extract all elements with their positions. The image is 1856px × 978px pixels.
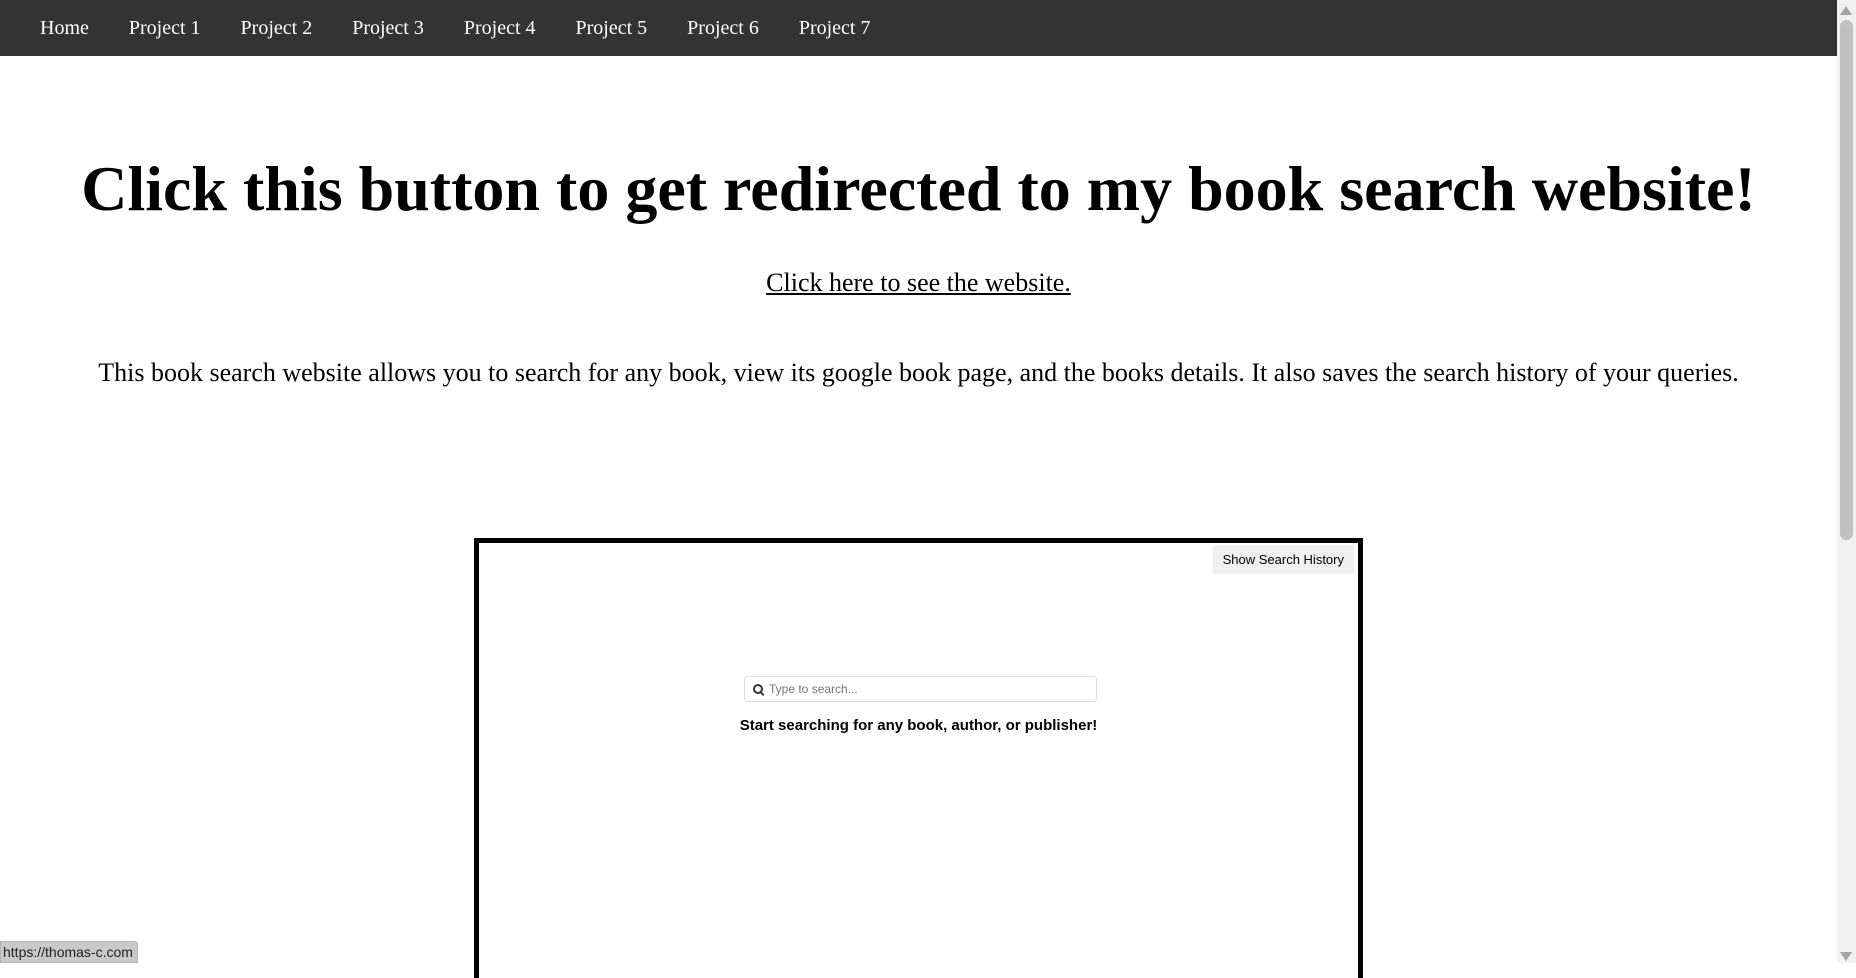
project-description: This book search website allows you to s…	[98, 358, 1739, 387]
scroll-thumb[interactable]	[1840, 20, 1853, 540]
nav-item-project-3[interactable]: Project 3	[332, 0, 444, 56]
scroll-down-arrow-icon[interactable]	[1840, 952, 1852, 961]
vertical-scrollbar[interactable]	[1837, 0, 1856, 963]
status-bar-url: https://thomas-c.com	[0, 941, 138, 963]
nav-item-project-2[interactable]: Project 2	[221, 0, 333, 56]
search-input[interactable]	[769, 682, 1069, 696]
search-prompt: Start searching for any book, author, or…	[739, 717, 1098, 734]
top-navbar: Home Project 1 Project 2 Project 3 Proje…	[0, 0, 1837, 56]
nav-item-project-6[interactable]: Project 6	[667, 0, 779, 56]
website-link-container: Click here to see the website.	[0, 268, 1837, 298]
nav-item-project-1[interactable]: Project 1	[109, 0, 221, 56]
nav-item-home[interactable]: Home	[20, 0, 109, 56]
page-heading: Click this button to get redirected to m…	[81, 153, 1756, 224]
nav-item-project-4[interactable]: Project 4	[444, 0, 556, 56]
nav-item-project-7[interactable]: Project 7	[779, 0, 891, 56]
search-icon	[753, 684, 763, 694]
website-link[interactable]: Click here to see the website.	[766, 268, 1071, 297]
search-box[interactable]	[744, 676, 1097, 702]
nav-item-project-5[interactable]: Project 5	[556, 0, 668, 56]
show-search-history-button[interactable]: Show Search History	[1212, 545, 1354, 574]
scroll-up-arrow-icon[interactable]	[1840, 6, 1852, 15]
website-preview-frame: Show Search History Start searching for …	[474, 538, 1363, 978]
